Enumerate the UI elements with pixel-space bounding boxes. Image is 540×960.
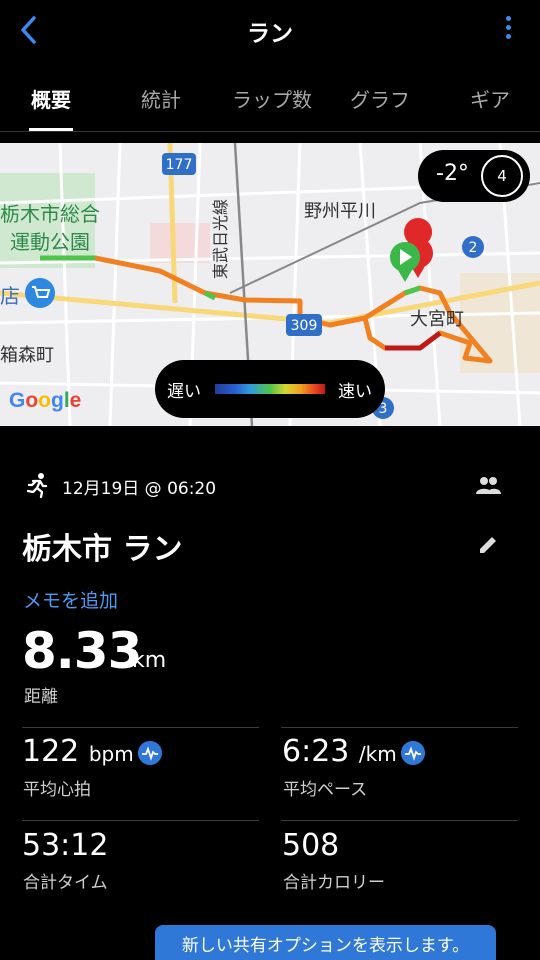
pace-stat: 6:23 /km	[282, 734, 397, 769]
active-tab-indicator	[29, 128, 73, 131]
wind-speed-icon: 4	[481, 155, 523, 197]
distance-label: 距離	[24, 687, 58, 707]
app-header: ラン	[0, 0, 540, 60]
distance-unit: km	[132, 648, 167, 673]
park-label-1: 栃木市総合	[0, 202, 100, 226]
divider	[281, 820, 518, 821]
divider	[22, 820, 259, 821]
tab-graphs[interactable]: グラフ	[340, 84, 420, 113]
railway-label: 東武日光線	[211, 199, 230, 279]
tab-statistics[interactable]: 統計	[132, 84, 190, 113]
people-icon[interactable]	[474, 474, 502, 498]
heart-rate-pulse-icon[interactable]	[138, 741, 162, 765]
page-title: ラン	[247, 21, 293, 47]
pace-unit: /km	[358, 742, 397, 766]
legend-slow-label: 遅い	[167, 382, 201, 402]
heart-rate-unit: bpm	[88, 742, 134, 766]
distance-value: 8.33	[22, 622, 142, 680]
svg-text:309: 309	[291, 318, 318, 334]
route-309-shield: 309	[286, 314, 322, 336]
activity-title: 栃木市 ラン	[22, 532, 183, 567]
pace-color-bar	[215, 384, 325, 394]
temperature-text: -2°	[436, 161, 469, 186]
route-2-shield: 2	[462, 236, 484, 258]
town-label: 大宮町	[410, 309, 464, 330]
svg-text:2: 2	[469, 240, 478, 256]
park-label-2: 運動公園	[10, 230, 90, 254]
calories-value: 508	[282, 828, 340, 863]
heart-rate-label: 平均心拍	[23, 780, 91, 800]
legend-fast-label: 速い	[338, 382, 372, 402]
running-icon	[26, 473, 48, 498]
edit-pencil-icon[interactable]	[476, 533, 500, 557]
divider	[22, 727, 259, 728]
hakomori-label: 箱森町	[0, 345, 54, 366]
calories-label: 合計カロリー	[283, 873, 385, 893]
svg-text:177: 177	[166, 157, 193, 173]
shopping-cart-icon[interactable]	[25, 278, 55, 308]
share-options-button[interactable]: 新しい共有オプションを表示します。	[155, 925, 496, 960]
google-logo: Google	[9, 389, 82, 412]
weather-badge[interactable]: -2° 4	[418, 150, 530, 202]
tab-bar: 概要 統計 ラップ数 グラフ ギア	[0, 62, 540, 132]
station-area-label: 野州平川	[304, 201, 376, 222]
tab-overview[interactable]: 概要	[22, 84, 80, 113]
activity-date: 12月19日 @ 06:20	[62, 479, 217, 499]
pace-value: 6:23	[282, 734, 350, 769]
add-memo-link[interactable]: メモを追加	[23, 586, 118, 613]
pace-label: 平均ペース	[283, 780, 368, 800]
divider	[281, 727, 518, 728]
route-177-shield: 177	[162, 153, 196, 175]
pace-pulse-icon[interactable]	[401, 741, 425, 765]
tab-laps[interactable]: ラップ数	[222, 84, 322, 113]
total-time-label: 合計タイム	[23, 873, 108, 893]
heart-rate-value: 122	[22, 734, 80, 769]
tab-gear[interactable]: ギア	[460, 84, 520, 113]
shop-label: 店	[0, 284, 20, 308]
heart-rate-stat: 122 bpm	[22, 734, 134, 769]
total-time-value: 53:12	[22, 828, 109, 863]
more-options-icon[interactable]	[500, 16, 516, 46]
pace-legend: 遅い 速い	[155, 360, 385, 418]
